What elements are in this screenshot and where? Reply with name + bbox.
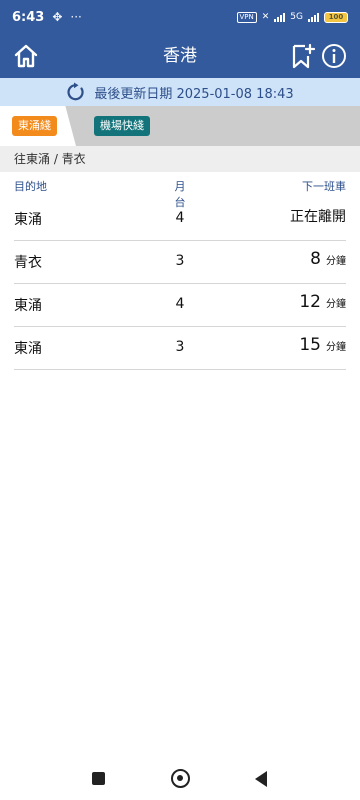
system-nav-bar — [0, 756, 360, 800]
row-next-train: 12 分鐘 — [299, 292, 346, 312]
table-row: 東涌 3 15 分鐘 — [14, 327, 346, 370]
status-bar: 6:43 ✥ ··· VPN ✕ 5G 100 — [0, 0, 360, 34]
more-icon: ··· — [70, 10, 82, 24]
table-row: 東涌 4 12 分鐘 — [14, 284, 346, 327]
row-platform: 3 — [175, 253, 185, 269]
header-destination: 目的地 — [14, 180, 47, 193]
signal-icon-1 — [274, 12, 286, 22]
home-dot — [177, 775, 183, 781]
row-next-train: 正在離開 — [290, 206, 346, 226]
table-row: 青衣 3 8 分鐘 — [14, 241, 346, 284]
row-minutes-unit: 分鐘 — [326, 256, 346, 267]
row-next-train: 15 分鐘 — [299, 335, 346, 355]
row-status-text: 正在離開 — [290, 209, 346, 225]
status-right: VPN ✕ 5G 100 — [236, 11, 348, 23]
tab-airport-express[interactable]: 機場快綫 — [94, 116, 150, 136]
home-icon[interactable] — [12, 42, 40, 70]
row-destination: 東涌 — [14, 212, 42, 228]
status-left: 6:43 ✥ ··· — [12, 10, 82, 25]
row-platform: 3 — [175, 339, 185, 355]
train-list: 東涌 4 正在離開 青衣 3 8 分鐘 東涌 4 12 分鐘 東涌 3 15 分… — [14, 198, 346, 370]
header-next-train: 下一班車 — [302, 180, 346, 193]
refresh-icon[interactable] — [66, 82, 86, 102]
status-time: 6:43 — [12, 9, 45, 25]
row-minutes: 12 — [299, 292, 321, 312]
network-type: 5G — [290, 12, 303, 22]
vpn-icon: VPN — [236, 11, 257, 23]
row-minutes-unit: 分鐘 — [326, 299, 346, 310]
app-bar: 香港 — [0, 34, 360, 78]
tab-tung-chung-line[interactable]: 東涌綫 — [12, 116, 57, 136]
bookmark-add-icon[interactable] — [290, 42, 316, 70]
last-updated-bar: 最後更新日期 2025-01-08 18:43 — [0, 78, 360, 106]
row-destination: 東涌 — [14, 341, 42, 357]
last-updated-text: 最後更新日期 2025-01-08 18:43 — [94, 86, 294, 102]
row-minutes: 15 — [299, 335, 321, 355]
home-circle-icon[interactable] — [171, 769, 190, 788]
row-destination: 東涌 — [14, 298, 42, 314]
row-minutes: 8 — [310, 249, 321, 269]
crosshair-icon: ✥ — [52, 10, 63, 24]
row-platform: 4 — [175, 296, 185, 312]
direction-label: 往東涌 / 青衣 — [0, 146, 360, 172]
back-icon[interactable] — [255, 771, 267, 787]
muted-icon: ✕ — [261, 12, 270, 22]
recent-apps-icon[interactable] — [92, 772, 105, 785]
row-minutes-unit: 分鐘 — [326, 342, 346, 353]
row-destination: 青衣 — [14, 255, 42, 271]
battery-icon: 100 — [324, 11, 348, 23]
row-platform: 4 — [175, 210, 185, 226]
row-next-train: 8 分鐘 — [310, 249, 346, 269]
table-row: 東涌 4 正在離開 — [14, 198, 346, 241]
line-tabs: 東涌綫 機場快綫 — [0, 106, 360, 146]
signal-icon-2 — [308, 12, 319, 22]
info-icon[interactable] — [320, 42, 348, 70]
table-header: 目的地 月台 下一班車 — [14, 176, 346, 209]
